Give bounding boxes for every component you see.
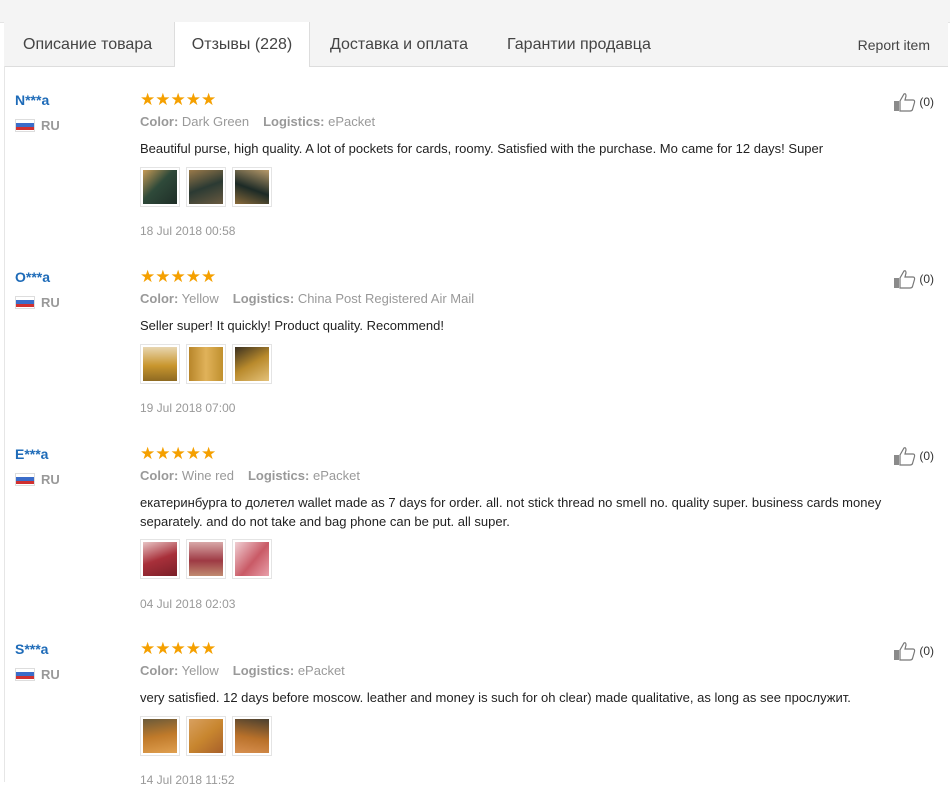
reviewer-name[interactable]: O***a bbox=[15, 269, 50, 285]
color-label: Color: bbox=[140, 291, 179, 306]
reviewer-name[interactable]: N***a bbox=[15, 92, 49, 108]
logistics-value: ePacket bbox=[297, 663, 345, 678]
review-photo[interactable] bbox=[140, 167, 180, 207]
thumbs-up-icon bbox=[894, 447, 916, 466]
color-label: Color: bbox=[140, 114, 179, 129]
review-photos bbox=[140, 539, 272, 579]
thumbs-up-icon bbox=[894, 93, 916, 112]
review-text: Seller super! It quickly! Product qualit… bbox=[140, 318, 444, 333]
reviewer-name[interactable]: S***a bbox=[15, 641, 48, 657]
reviewer-country: RU bbox=[15, 294, 60, 310]
review-photos bbox=[140, 344, 272, 384]
review-meta: Color: Yellow Logistics: ePacket bbox=[140, 663, 345, 678]
thumbs-up-icon bbox=[894, 270, 916, 289]
helpful-count: (0) bbox=[919, 272, 934, 286]
russia-flag-icon bbox=[15, 667, 35, 681]
star-rating: ★★★★★ bbox=[140, 639, 217, 658]
helpful-button[interactable]: (0) bbox=[893, 92, 934, 112]
logistics-label: Logistics: bbox=[232, 291, 295, 306]
review-photos bbox=[140, 716, 272, 756]
star-rating: ★★★★★ bbox=[140, 444, 217, 463]
review-photo[interactable] bbox=[140, 716, 180, 756]
review-photo[interactable] bbox=[186, 167, 226, 207]
logistics-value: ePacket bbox=[312, 468, 360, 483]
logistics-label: Logistics: bbox=[247, 468, 310, 483]
country-code: RU bbox=[41, 117, 60, 133]
review-photo[interactable] bbox=[186, 539, 226, 579]
helpful-count: (0) bbox=[919, 95, 934, 109]
report-item-link[interactable]: Report item bbox=[858, 22, 930, 68]
review-text: Beautiful purse, high quality. A lot of … bbox=[140, 141, 824, 156]
reviewer-country: RU bbox=[15, 666, 60, 682]
country-code: RU bbox=[41, 666, 60, 682]
helpful-count: (0) bbox=[919, 449, 934, 463]
helpful-button[interactable]: (0) bbox=[893, 641, 934, 661]
divider bbox=[4, 66, 5, 782]
review-meta: Color: Wine red Logistics: ePacket bbox=[140, 468, 360, 483]
tab-description[interactable]: Описание товара bbox=[23, 22, 152, 66]
review-photo[interactable] bbox=[232, 716, 272, 756]
reviewer-country: RU bbox=[15, 471, 60, 487]
logistics-value: China Post Registered Air Mail bbox=[297, 291, 475, 306]
review-date: 04 Jul 2018 02:03 bbox=[140, 597, 236, 611]
color-label: Color: bbox=[140, 468, 179, 483]
color-value: Yellow bbox=[181, 291, 219, 306]
review-text: very satisfied. 12 days before moscow. l… bbox=[140, 690, 851, 705]
helpful-count: (0) bbox=[919, 644, 934, 658]
color-value: Dark Green bbox=[181, 114, 250, 129]
color-label: Color: bbox=[140, 663, 179, 678]
russia-flag-icon bbox=[15, 295, 35, 309]
helpful-button[interactable]: (0) bbox=[893, 269, 934, 289]
reviewer-country: RU bbox=[15, 117, 60, 133]
review-photos bbox=[140, 167, 272, 207]
review-photo[interactable] bbox=[186, 716, 226, 756]
tab-reviews[interactable]: Отзывы (228) bbox=[174, 22, 310, 67]
logistics-label: Logistics: bbox=[263, 114, 325, 129]
thumbs-up-icon bbox=[894, 642, 916, 661]
review-photo[interactable] bbox=[140, 344, 180, 384]
helpful-button[interactable]: (0) bbox=[893, 446, 934, 466]
color-value: Wine red bbox=[181, 468, 234, 483]
top-strip bbox=[0, 0, 950, 23]
review-date: 19 Jul 2018 07:00 bbox=[140, 401, 236, 415]
country-code: RU bbox=[41, 294, 60, 310]
russia-flag-icon bbox=[15, 472, 35, 486]
star-rating: ★★★★★ bbox=[140, 90, 217, 109]
review-photo[interactable] bbox=[232, 344, 272, 384]
russia-flag-icon bbox=[15, 118, 35, 132]
logistics-label: Logistics: bbox=[232, 663, 295, 678]
review-photo[interactable] bbox=[232, 167, 272, 207]
review-text: екатеринбурга to долетел wallet made as … bbox=[140, 495, 882, 529]
tab-bar: Описание товара Отзывы (228) Доставка и … bbox=[4, 22, 948, 67]
tab-seller-guarantee[interactable]: Гарантии продавца bbox=[507, 22, 651, 66]
color-value: Yellow bbox=[181, 663, 219, 678]
review-date: 14 Jul 2018 11:52 bbox=[140, 773, 235, 787]
review-photo[interactable] bbox=[186, 344, 226, 384]
review-date: 18 Jul 2018 00:58 bbox=[140, 224, 236, 238]
star-rating: ★★★★★ bbox=[140, 267, 217, 286]
review-photo[interactable] bbox=[232, 539, 272, 579]
tab-shipping[interactable]: Доставка и оплата bbox=[330, 22, 468, 66]
review-meta: Color: Yellow Logistics: China Post Regis… bbox=[140, 291, 474, 306]
country-code: RU bbox=[41, 471, 60, 487]
reviewer-name[interactable]: E***a bbox=[15, 446, 48, 462]
logistics-value: ePacket bbox=[328, 114, 376, 129]
review-photo[interactable] bbox=[140, 539, 180, 579]
review-meta: Color: Dark Green Logistics: ePacket bbox=[140, 114, 375, 129]
